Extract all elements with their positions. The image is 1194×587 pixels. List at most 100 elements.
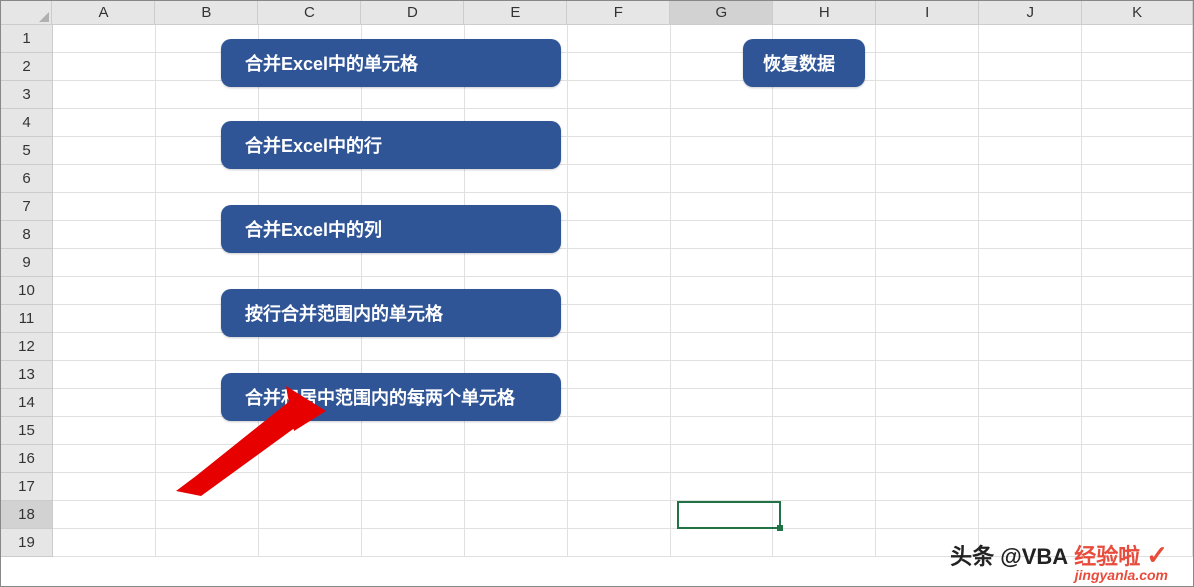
cell-H19[interactable] xyxy=(773,529,876,557)
cell-K15[interactable] xyxy=(1082,417,1193,445)
cell-K16[interactable] xyxy=(1082,445,1193,473)
cell-A17[interactable] xyxy=(53,473,156,501)
cell-H10[interactable] xyxy=(773,277,876,305)
cell-H17[interactable] xyxy=(773,473,876,501)
cell-G13[interactable] xyxy=(671,361,774,389)
cell-G10[interactable] xyxy=(671,277,774,305)
cell-E12[interactable] xyxy=(465,333,568,361)
cell-A6[interactable] xyxy=(53,165,156,193)
cell-B9[interactable] xyxy=(156,249,259,277)
cell-K17[interactable] xyxy=(1082,473,1193,501)
cell-B16[interactable] xyxy=(156,445,259,473)
cell-G12[interactable] xyxy=(671,333,774,361)
cell-K3[interactable] xyxy=(1082,81,1193,109)
row-header-3[interactable]: 3 xyxy=(1,81,53,109)
cell-J9[interactable] xyxy=(979,249,1082,277)
cell-F9[interactable] xyxy=(568,249,671,277)
cell-K6[interactable] xyxy=(1082,165,1193,193)
col-header-H[interactable]: H xyxy=(773,1,876,25)
cell-K1[interactable] xyxy=(1082,25,1193,53)
cell-D9[interactable] xyxy=(362,249,465,277)
cell-I16[interactable] xyxy=(876,445,979,473)
cell-K7[interactable] xyxy=(1082,193,1193,221)
cell-D19[interactable] xyxy=(362,529,465,557)
col-header-K[interactable]: K xyxy=(1082,1,1193,25)
col-header-F[interactable]: F xyxy=(567,1,670,25)
cell-J1[interactable] xyxy=(979,25,1082,53)
cell-I15[interactable] xyxy=(876,417,979,445)
cell-A1[interactable] xyxy=(53,25,156,53)
cell-F17[interactable] xyxy=(568,473,671,501)
cell-F16[interactable] xyxy=(568,445,671,473)
cell-K4[interactable] xyxy=(1082,109,1193,137)
cell-H4[interactable] xyxy=(773,109,876,137)
row-header-8[interactable]: 8 xyxy=(1,221,53,249)
restore-data-button[interactable]: 恢复数据 xyxy=(743,39,865,87)
col-header-C[interactable]: C xyxy=(258,1,361,25)
cell-H18[interactable] xyxy=(773,501,876,529)
cell-A2[interactable] xyxy=(53,53,156,81)
cell-A7[interactable] xyxy=(53,193,156,221)
cell-F5[interactable] xyxy=(568,137,671,165)
cell-J11[interactable] xyxy=(979,305,1082,333)
cell-C12[interactable] xyxy=(259,333,362,361)
col-header-J[interactable]: J xyxy=(979,1,1082,25)
cell-E9[interactable] xyxy=(465,249,568,277)
row-header-12[interactable]: 12 xyxy=(1,333,53,361)
cell-I8[interactable] xyxy=(876,221,979,249)
cell-D12[interactable] xyxy=(362,333,465,361)
cell-E19[interactable] xyxy=(465,529,568,557)
row-header-5[interactable]: 5 xyxy=(1,137,53,165)
cell-F12[interactable] xyxy=(568,333,671,361)
cell-I9[interactable] xyxy=(876,249,979,277)
cell-F18[interactable] xyxy=(568,501,671,529)
cell-J13[interactable] xyxy=(979,361,1082,389)
select-all-corner[interactable] xyxy=(1,1,52,25)
cell-J15[interactable] xyxy=(979,417,1082,445)
cell-C15[interactable] xyxy=(259,417,362,445)
cell-C19[interactable] xyxy=(259,529,362,557)
cell-H12[interactable] xyxy=(773,333,876,361)
cell-K14[interactable] xyxy=(1082,389,1193,417)
cell-K2[interactable] xyxy=(1082,53,1193,81)
row-header-19[interactable]: 19 xyxy=(1,529,53,557)
cell-K18[interactable] xyxy=(1082,501,1193,529)
col-header-B[interactable]: B xyxy=(155,1,258,25)
cell-F7[interactable] xyxy=(568,193,671,221)
cell-I7[interactable] xyxy=(876,193,979,221)
merge-rows-button[interactable]: 合并Excel中的行 xyxy=(221,121,561,169)
cell-G8[interactable] xyxy=(671,221,774,249)
cell-C6[interactable] xyxy=(259,165,362,193)
cell-F8[interactable] xyxy=(568,221,671,249)
cell-K8[interactable] xyxy=(1082,221,1193,249)
cell-G18[interactable] xyxy=(671,501,774,529)
cell-K9[interactable] xyxy=(1082,249,1193,277)
cell-E15[interactable] xyxy=(465,417,568,445)
cell-I4[interactable] xyxy=(876,109,979,137)
cell-I5[interactable] xyxy=(876,137,979,165)
cell-G9[interactable] xyxy=(671,249,774,277)
cell-H14[interactable] xyxy=(773,389,876,417)
merge-center-pairs-button[interactable]: 合并和居中范围内的每两个单元格 xyxy=(221,373,561,421)
cell-J3[interactable] xyxy=(979,81,1082,109)
cell-C18[interactable] xyxy=(259,501,362,529)
cell-F10[interactable] xyxy=(568,277,671,305)
cell-I1[interactable] xyxy=(876,25,979,53)
cell-B6[interactable] xyxy=(156,165,259,193)
cell-H16[interactable] xyxy=(773,445,876,473)
merge-cells-button[interactable]: 合并Excel中的单元格 xyxy=(221,39,561,87)
cell-H13[interactable] xyxy=(773,361,876,389)
cell-J10[interactable] xyxy=(979,277,1082,305)
cell-H15[interactable] xyxy=(773,417,876,445)
cell-A18[interactable] xyxy=(53,501,156,529)
cell-K5[interactable] xyxy=(1082,137,1193,165)
col-header-I[interactable]: I xyxy=(876,1,979,25)
cell-I3[interactable] xyxy=(876,81,979,109)
cell-I6[interactable] xyxy=(876,165,979,193)
cell-F15[interactable] xyxy=(568,417,671,445)
cell-D6[interactable] xyxy=(362,165,465,193)
cell-H5[interactable] xyxy=(773,137,876,165)
cell-J7[interactable] xyxy=(979,193,1082,221)
cell-G19[interactable] xyxy=(671,529,774,557)
cell-A19[interactable] xyxy=(53,529,156,557)
